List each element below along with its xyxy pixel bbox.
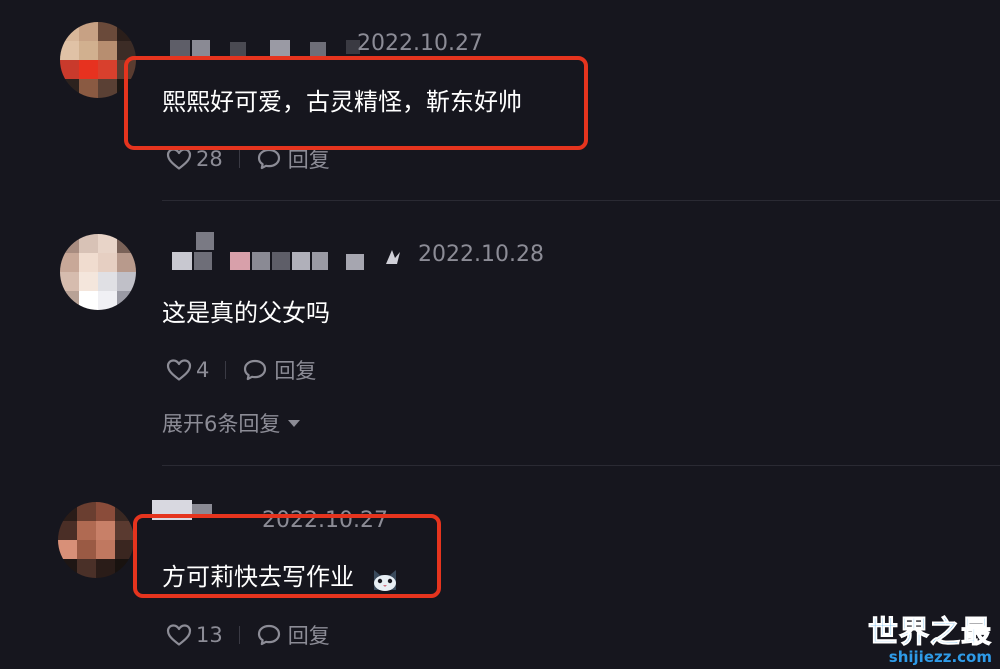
reply-button[interactable]: 回复 — [242, 355, 316, 385]
reply-button[interactable]: 回复 — [256, 144, 330, 174]
comment-actions: 4 回复 — [166, 355, 316, 385]
divider — [225, 361, 227, 379]
watermark: 世界之最 shijiezz.com — [868, 615, 993, 666]
divider — [238, 150, 240, 168]
comment-text: 这是真的父女吗 — [162, 299, 330, 327]
reply-button[interactable]: 回复 — [256, 620, 330, 650]
caret-down-icon — [288, 419, 301, 427]
comment-actions: 28 回复 — [166, 144, 330, 174]
comment-date: 2022.10.27 — [262, 508, 388, 533]
comment-date: 2022.10.27 — [357, 31, 483, 56]
reply-label: 回复 — [274, 359, 317, 383]
badge-icon — [386, 250, 400, 264]
watermark-url: shijiezz.com — [888, 648, 992, 666]
like-count: 13 — [196, 623, 223, 647]
username[interactable] — [170, 38, 360, 64]
like-button[interactable]: 13 — [166, 623, 223, 647]
watermark-title: 世界之最 — [868, 615, 992, 650]
like-button[interactable]: 4 — [166, 358, 209, 382]
comment-text: 方可莉快去写作业 — [162, 557, 400, 592]
avatar[interactable] — [60, 22, 136, 98]
username[interactable] — [152, 500, 252, 526]
chat-bubble-icon — [257, 148, 280, 170]
chat-bubble-icon — [257, 624, 280, 646]
comment-actions: 13 回复 — [166, 620, 330, 650]
like-button[interactable]: 28 — [166, 147, 223, 171]
chat-bubble-icon — [244, 359, 267, 381]
divider — [162, 465, 1000, 466]
like-count: 4 — [196, 358, 210, 382]
comment-date: 2022.10.28 — [418, 242, 544, 267]
comment-text: 熙熙好可爱，古灵精怪，靳东好帅 — [162, 88, 522, 116]
expand-replies-button[interactable]: 展开6条回复 — [162, 408, 301, 438]
divider — [162, 200, 1000, 201]
expand-replies-label: 展开6条回复 — [162, 412, 281, 436]
heart-icon — [166, 148, 192, 170]
comment-text-content: 方可莉快去写作业 — [162, 563, 354, 591]
divider — [238, 626, 240, 644]
reply-label: 回复 — [287, 624, 330, 648]
heart-icon — [166, 624, 192, 646]
username[interactable] — [172, 232, 412, 272]
like-count: 28 — [196, 147, 223, 171]
reply-label: 回复 — [287, 148, 330, 172]
cat-face-icon — [373, 570, 396, 591]
avatar[interactable] — [58, 502, 134, 578]
heart-icon — [166, 359, 192, 381]
avatar[interactable] — [60, 234, 136, 310]
